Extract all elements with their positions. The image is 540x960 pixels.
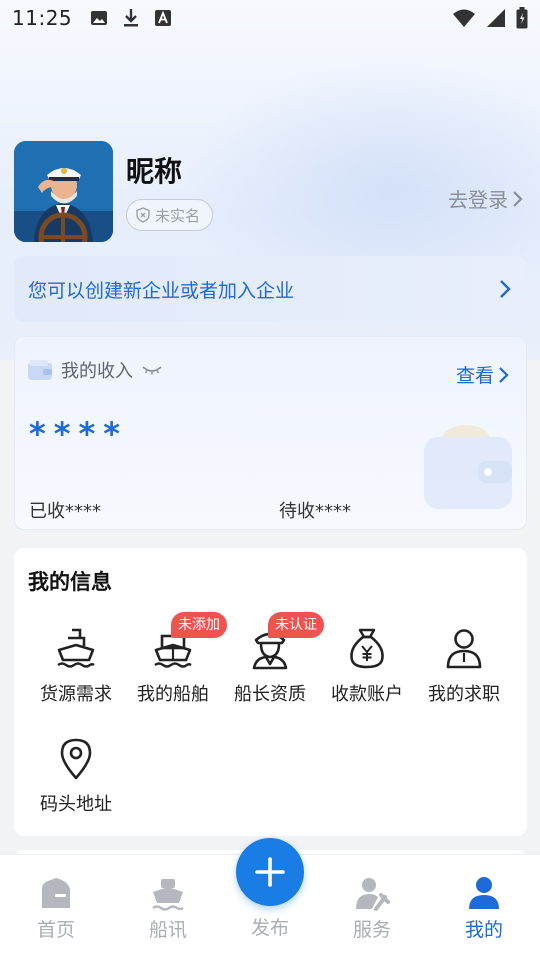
tab-ship-news[interactable]: 船讯 <box>118 875 218 942</box>
tab-service[interactable]: 服务 <box>322 875 422 942</box>
enterprise-banner-text: 您可以创建新企业或者加入企业 <box>28 279 295 302</box>
download-icon <box>124 9 139 27</box>
location-pin-icon <box>60 738 92 780</box>
publish-label[interactable]: 发布 <box>236 913 304 940</box>
realname-status-badge[interactable]: 未实名 <box>126 199 214 231</box>
signal-icon <box>487 9 505 27</box>
my-info-card: 我的信息 货源需求 未添加 我的船舶 未认证 船长资质 收款账户 我的求职 码头… <box>14 548 527 836</box>
grid-item-my-job-search[interactable]: 我的求职 <box>414 626 514 706</box>
font-icon <box>155 10 172 26</box>
grid-item-captain-qualification[interactable]: 未认证 船长资质 <box>220 612 324 706</box>
grid-item-label: 我的船舶 <box>137 684 209 705</box>
tab-label: 首页 <box>36 919 75 941</box>
chevron-right-icon <box>513 190 523 207</box>
grid-item-label: 货源需求 <box>40 684 112 705</box>
ship-news-icon <box>152 879 184 911</box>
enterprise-banner[interactable]: 您可以创建新企业或者加入企业 <box>14 256 526 322</box>
grid-item-label: 收款账户 <box>331 684 403 705</box>
publish-button[interactable] <box>236 838 304 906</box>
chevron-right-icon <box>500 280 511 298</box>
shield-icon <box>136 207 150 223</box>
grid-item-cargo-demand[interactable]: 货源需求 <box>26 626 126 706</box>
status-time: 11:25 <box>12 6 73 30</box>
user-icon <box>469 877 499 909</box>
grid-item-my-ships[interactable]: 未添加 我的船舶 <box>123 612 227 706</box>
grid-item-dock-address[interactable]: 码头地址 <box>26 736 126 816</box>
cargo-ship-icon <box>57 628 95 668</box>
nickname: 昵称 <box>126 155 183 188</box>
income-received: 已收**** <box>29 501 101 522</box>
wallet-icon <box>28 360 52 380</box>
income-pending: 待收**** <box>279 501 351 522</box>
tab-home[interactable]: 首页 <box>6 875 106 942</box>
image-icon <box>91 11 108 25</box>
tab-label: 我的 <box>464 919 503 941</box>
person-icon <box>446 629 482 669</box>
eye-closed-icon[interactable] <box>141 364 163 376</box>
avatar[interactable] <box>14 141 113 242</box>
grid-item-label: 我的求职 <box>428 684 500 705</box>
grid-item-label: 船长资质 <box>234 684 306 705</box>
chevron-right-icon <box>499 366 509 383</box>
income-card: 我的收入 查看 **** 已收**** 待收**** <box>14 336 527 530</box>
battery-icon <box>516 7 528 29</box>
status-badge: 未认证 <box>268 612 324 638</box>
tab-label: 船讯 <box>148 919 187 941</box>
income-view-link[interactable]: 查看 <box>456 361 510 388</box>
income-amount: **** <box>29 415 128 453</box>
realname-status-label: 未实名 <box>155 206 201 225</box>
my-info-title: 我的信息 <box>28 570 112 594</box>
income-title: 我的收入 <box>61 361 133 382</box>
service-icon <box>356 878 390 911</box>
money-bag-icon <box>350 628 384 669</box>
status-bar: 11:25 <box>0 0 540 36</box>
grid-item-label: 码头地址 <box>40 794 112 815</box>
wifi-icon <box>453 9 475 27</box>
tab-label: 服务 <box>352 919 391 941</box>
wallet-decoration-icon <box>424 425 512 509</box>
status-notification-icons <box>90 8 172 28</box>
status-system-icons <box>452 7 528 29</box>
captain-avatar-illustration <box>14 141 113 242</box>
home-icon <box>42 878 70 908</box>
income-title-row: 我的收入 <box>27 357 163 383</box>
income-view-label: 查看 <box>455 365 494 387</box>
tab-mine[interactable]: 我的 <box>434 875 534 942</box>
plus-icon <box>255 857 285 887</box>
login-link[interactable]: 去登录 <box>448 184 524 213</box>
login-link-label: 去登录 <box>448 188 508 212</box>
grid-item-payment-account[interactable]: 收款账户 <box>317 626 417 706</box>
status-badge: 未添加 <box>171 612 227 638</box>
